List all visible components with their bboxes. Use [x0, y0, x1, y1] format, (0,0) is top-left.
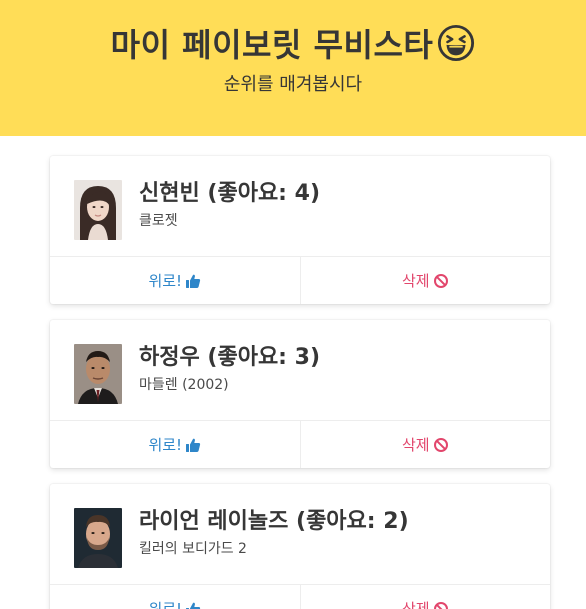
ban-icon: [433, 437, 449, 453]
thumbs-up-icon: [185, 601, 201, 609]
up-label: 위로!: [148, 600, 183, 609]
ban-icon: [433, 273, 449, 289]
likes-value: 3: [294, 345, 310, 370]
page-title-text: 마이 페이보릿 무비스타: [110, 26, 434, 64]
star-card: 신현빈 (좋아요: 4) 클로젯 위로! 삭제: [50, 156, 550, 304]
up-button[interactable]: 위로!: [50, 421, 300, 468]
likes-prefix: (좋아요:: [296, 509, 384, 534]
star-card: 라이언 레이놀즈 (좋아요: 2) 킬러의 보디가드 2 위로! 삭제: [50, 484, 550, 609]
star-name-line: 하정우 (좋아요: 3): [139, 344, 320, 372]
star-card-footer: 위로! 삭제: [50, 420, 550, 468]
likes-prefix: (좋아요:: [207, 181, 295, 206]
star-info: 하정우 (좋아요: 3) 마들렌 (2002): [139, 344, 320, 394]
page-title: 마이 페이보릿 무비스타: [111, 20, 476, 66]
star-movie: 마들렌 (2002): [139, 377, 229, 393]
star-name: 라이언 레이놀즈: [139, 509, 289, 534]
likes-count: (좋아요: 3): [207, 345, 320, 370]
avatar: [74, 344, 122, 404]
star-name: 하정우: [139, 345, 200, 370]
star-card-content: 하정우 (좋아요: 3) 마들렌 (2002): [50, 320, 550, 420]
star-card-footer: 위로! 삭제: [50, 584, 550, 609]
hero-banner: 마이 페이보릿 무비스타 순위를 매겨봅시다: [0, 0, 586, 136]
star-info: 신현빈 (좋아요: 4) 클로젯: [139, 180, 320, 230]
up-label: 위로!: [148, 272, 183, 290]
star-name: 신현빈: [139, 181, 200, 206]
likes-count: (좋아요: 4): [207, 181, 320, 206]
up-button[interactable]: 위로!: [50, 257, 300, 304]
up-label: 위로!: [148, 436, 183, 454]
star-name-line: 신현빈 (좋아요: 4): [139, 180, 320, 208]
ban-icon: [433, 601, 449, 609]
laughing-squint-face-icon: [437, 24, 475, 62]
delete-button[interactable]: 삭제: [299, 257, 551, 304]
star-card: 하정우 (좋아요: 3) 마들렌 (2002) 위로! 삭제: [50, 320, 550, 468]
likes-count: (좋아요: 2): [296, 509, 409, 534]
likes-suffix: ): [309, 345, 321, 370]
likes-value: 4: [294, 181, 310, 206]
delete-button[interactable]: 삭제: [299, 421, 551, 468]
star-card-content: 신현빈 (좋아요: 4) 클로젯: [50, 156, 550, 256]
star-card-content: 라이언 레이놀즈 (좋아요: 2) 킬러의 보디가드 2: [50, 484, 550, 584]
delete-label: 삭제: [401, 272, 430, 290]
delete-button[interactable]: 삭제: [299, 585, 551, 609]
thumbs-up-icon: [185, 273, 201, 289]
delete-label: 삭제: [401, 436, 430, 454]
star-movie: 킬러의 보디가드 2: [139, 541, 247, 557]
likes-value: 2: [383, 509, 399, 534]
page-subtitle: 순위를 매겨봅시다: [223, 74, 363, 95]
avatar: [74, 180, 122, 240]
star-movie: 클로젯: [139, 213, 178, 229]
likes-suffix: ): [309, 181, 321, 206]
star-card-footer: 위로! 삭제: [50, 256, 550, 304]
star-name-line: 라이언 레이놀즈 (좋아요: 2): [139, 508, 409, 536]
star-list: 신현빈 (좋아요: 4) 클로젯 위로! 삭제 하정우 (좋아요: 3) 마들렌…: [0, 136, 586, 609]
avatar: [74, 508, 122, 568]
likes-prefix: (좋아요:: [207, 345, 295, 370]
up-button[interactable]: 위로!: [50, 585, 300, 609]
thumbs-up-icon: [185, 437, 201, 453]
likes-suffix: ): [398, 509, 409, 534]
star-info: 라이언 레이놀즈 (좋아요: 2) 킬러의 보디가드 2: [139, 508, 409, 558]
delete-label: 삭제: [401, 600, 430, 609]
